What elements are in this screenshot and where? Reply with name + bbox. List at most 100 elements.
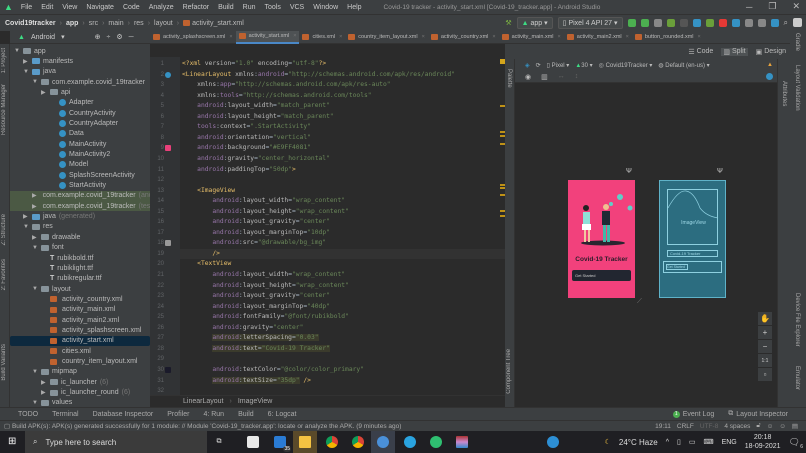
left-tool-tab[interactable]: Z: Structure — [1, 214, 7, 245]
help-icon[interactable] — [766, 73, 773, 80]
locate-icon[interactable]: ⊕ — [95, 33, 101, 41]
tree-item[interactable]: ▼ layout — [10, 284, 150, 294]
clock[interactable]: 20:18 18-09-2021 — [745, 433, 781, 451]
layout-inspector-button[interactable]: ⧉ Layout Inspector — [728, 410, 788, 418]
indent-setting[interactable]: 4 spaces — [724, 423, 750, 430]
breadcrumb-item[interactable]: src — [89, 20, 98, 27]
tab-activity_main2[interactable]: activity_main2.xml × — [564, 31, 632, 44]
tree-item[interactable]: ▶ drawable — [10, 232, 150, 242]
tree-item[interactable]: ▼ java — [10, 67, 150, 77]
code-line[interactable]: android:layout_width="wrap_content" — [182, 196, 345, 207]
color-swatch-icon[interactable] — [165, 366, 171, 373]
code-line[interactable]: android:orientation="vertical" — [182, 133, 311, 144]
code-line[interactable]: /> — [180, 248, 505, 260]
close-tab-icon[interactable]: × — [698, 34, 701, 40]
device-file-explorer-tab[interactable]: Device File Explorer — [794, 293, 800, 347]
keyboard-icon[interactable]: ⌨ — [703, 438, 713, 446]
menu-tools[interactable]: Tools — [264, 4, 280, 11]
tree-item[interactable]: Data — [10, 129, 150, 139]
attach-icon[interactable] — [679, 18, 688, 27]
breadcrumb-item[interactable]: Covid19tracker — [5, 20, 56, 27]
tab-activity_splashscreen[interactable]: activity_splashscreen.xml × — [150, 31, 236, 44]
code-line[interactable]: android:layout_marginTop="10dp" — [182, 228, 330, 239]
menu-run[interactable]: Run — [243, 4, 256, 11]
crumb-linearlayout[interactable]: LinearLayout — [183, 398, 223, 405]
menu-file[interactable]: File — [21, 4, 32, 11]
code-line[interactable]: android:layout_gravity="center" — [182, 291, 330, 302]
tree-item[interactable]: Trubikbold.ttf — [10, 253, 150, 263]
store-icon[interactable] — [241, 431, 265, 453]
tab-cities[interactable]: cities.xml × — [299, 31, 345, 44]
whatsapp-icon[interactable] — [424, 431, 448, 453]
code-line[interactable]: android:layout_gravity="center" — [182, 217, 330, 228]
tree-item[interactable]: activity_country.xml — [10, 294, 150, 304]
toolwindow-4-run[interactable]: 4: Run — [203, 411, 224, 418]
tree-item[interactable]: Trubikregular.ttf — [10, 274, 150, 284]
memory-icon[interactable]: ▤ — [792, 422, 798, 430]
expanded-arrow-icon[interactable]: ▼ — [23, 69, 29, 75]
close-tab-icon[interactable]: × — [293, 33, 296, 39]
status-toggle-icon[interactable]: ▢ — [4, 422, 12, 430]
layers-icon[interactable]: ◈ — [525, 62, 530, 69]
tree-item[interactable]: country_item_layout.xml — [10, 357, 150, 367]
tree-item[interactable]: Trubiklight.ttf — [10, 263, 150, 273]
close-tab-icon[interactable]: × — [339, 34, 342, 40]
chrome-icon[interactable] — [320, 431, 344, 453]
code-line[interactable]: android:fontFamily="@font/rubikbold" — [182, 312, 349, 323]
toolwindow-todo[interactable]: TODO — [18, 411, 38, 418]
inspector-icon[interactable]: ☺ — [767, 423, 774, 430]
code-line[interactable]: android:paddingTop="50dp"> — [182, 165, 296, 176]
split-mode-button[interactable]: ▥ Split — [721, 47, 748, 56]
tree-item[interactable]: activity_main.xml — [10, 305, 150, 315]
code-line[interactable]: android:layout_height="wrap_content" — [182, 281, 349, 292]
network-icon[interactable]: ▭ — [689, 438, 696, 446]
blueprint-preview[interactable]: ImageView Covid-19 Tracker Get Started — [659, 180, 726, 298]
toolwindow-build[interactable]: Build — [238, 411, 254, 418]
left-tool-tab[interactable]: Resource Manager — [1, 84, 7, 135]
tree-item[interactable]: SplashScreenActivity — [10, 170, 150, 180]
search-icon[interactable]: ⌕ — [784, 18, 788, 28]
close-tab-icon[interactable]: × — [422, 34, 425, 40]
code-line[interactable]: android:letterSpacing="0.03" — [182, 333, 319, 344]
eye-icon[interactable]: ◉ — [525, 73, 531, 81]
resize-handle-icon[interactable]: ⟋ — [637, 298, 642, 306]
zoom-out-button[interactable]: − — [758, 340, 772, 353]
image-preview-icon[interactable] — [165, 240, 171, 247]
layout-validation-tab[interactable]: Layout Validation — [794, 65, 800, 111]
expanded-arrow-icon[interactable]: ▼ — [32, 286, 38, 292]
expanded-arrow-icon[interactable]: ▼ — [32, 369, 38, 375]
task-view-icon[interactable]: ⧉ — [207, 431, 231, 453]
winrar-icon[interactable] — [450, 431, 474, 453]
notifications-icon[interactable]: 🗨︎ 6 — [789, 437, 803, 450]
expanded-arrow-icon[interactable]: ▼ — [32, 400, 38, 406]
menu-edit[interactable]: Edit — [41, 4, 53, 11]
collapsed-arrow-icon[interactable]: ▶ — [32, 234, 38, 241]
palette-tab[interactable]: Palette — [506, 69, 512, 88]
mail-icon[interactable]: 35 — [268, 431, 292, 453]
menu-code[interactable]: Code — [123, 4, 140, 11]
expanded-arrow-icon[interactable]: ▼ — [32, 79, 38, 85]
attributes-tab[interactable]: Attributes — [781, 81, 787, 106]
tab-activity_country[interactable]: activity_country.xml × — [428, 31, 499, 44]
toolwindow-6-logcat[interactable]: 6: Logcat — [268, 411, 297, 418]
debug-icon[interactable] — [666, 18, 675, 27]
code-mode-button[interactable]: ☰ Code — [688, 48, 713, 56]
device-manager-icon[interactable] — [770, 18, 779, 27]
project-view-select[interactable]: ▲ Android ▾ ⊕ ÷ ⚙ ─ — [10, 33, 150, 42]
tree-item[interactable]: ▶ api — [10, 87, 150, 97]
sync-icon[interactable] — [731, 18, 740, 27]
menu-refactor[interactable]: Refactor — [183, 4, 209, 11]
device-dropdown[interactable]: ▯ Pixel ▾ — [547, 62, 570, 69]
emulator-tab[interactable]: Emulator — [794, 366, 800, 390]
locale-dropdown[interactable]: ◍ Default (en-us) ▾ — [658, 62, 709, 69]
breadcrumb-item[interactable]: res — [134, 20, 144, 27]
code-line[interactable]: android:layout_height="wrap_content" — [182, 207, 349, 218]
run-config-select[interactable]: ▲ app ▾ — [516, 16, 553, 29]
tree-item[interactable]: ▼ mipmap — [10, 367, 150, 377]
tree-item[interactable]: activity_main2.xml — [10, 315, 150, 325]
menu-navigate[interactable]: Navigate — [86, 4, 114, 11]
api-dropdown[interactable]: ▲30 ▾ — [575, 62, 592, 69]
close-tab-icon[interactable]: × — [558, 34, 561, 40]
android-studio-taskbar-icon[interactable] — [371, 431, 395, 453]
tree-item[interactable]: ▼ com.example.covid_19tracker — [10, 77, 150, 87]
